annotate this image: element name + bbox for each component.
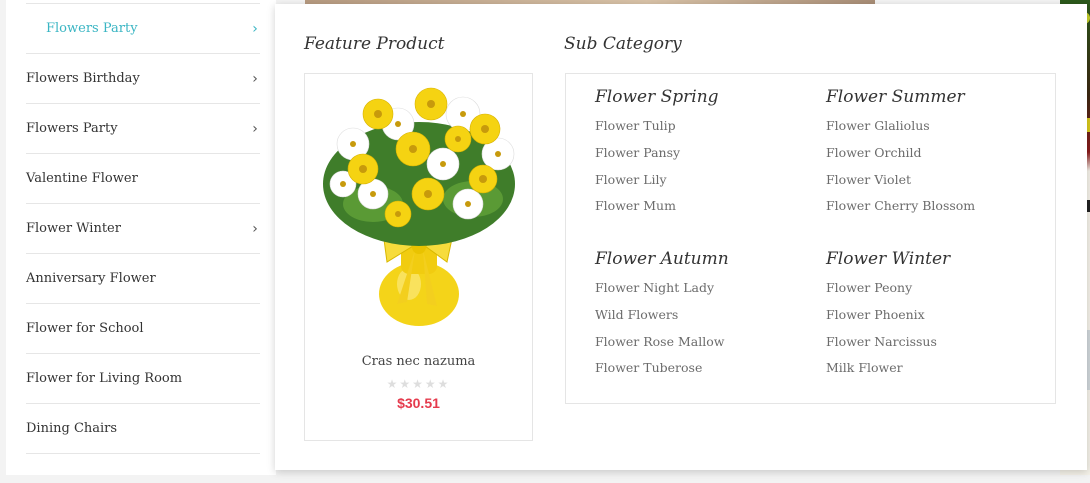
sidebar-item-flower-for-school[interactable]: Flower for School [26,303,260,353]
feature-product-card[interactable]: Cras nec nazuma ★★★★★ $30.51 [304,73,533,441]
category-link[interactable]: Flower Rose Mallow [595,329,815,356]
category-link[interactable]: Flower Mum [595,193,815,220]
product-price: $30.51 [397,395,440,411]
category-link[interactable]: Wild Flowers [595,302,815,329]
flower-bouquet-image[interactable] [313,84,525,334]
category-group-summer: Flower Summer Flower Glaliolus Flower Or… [826,87,1046,220]
sidebar-item-flowers-party[interactable]: Flowers Party › [26,103,260,153]
category-link[interactable]: Flower Phoenix [826,302,1046,329]
sidebar-item-cut-off[interactable] [26,453,260,483]
sidebar-item-label: Flower for School [26,321,144,336]
category-link[interactable]: Flower Lily [595,167,815,194]
sidebar-menu: Flowers Party › Flowers Birthday › Flowe… [26,3,260,483]
category-group-winter: Flower Winter Flower Peony Flower Phoeni… [826,249,1046,382]
category-link[interactable]: Flower Glaliolus [826,113,1046,140]
sidebar-item-label: Anniversary Flower [26,271,156,286]
sidebar-item-label: Flowers Party [46,21,138,36]
sidebar-item-label: Flower for Living Room [26,371,183,386]
chevron-right-icon: › [252,70,258,87]
sidebar-item-anniversary-flower[interactable]: Anniversary Flower [26,253,260,303]
category-link[interactable]: Flower Tuberose [595,355,815,382]
category-link[interactable]: Flower Tulip [595,113,815,140]
sidebar-item-flower-for-living-room[interactable]: Flower for Living Room [26,353,260,403]
category-group-title[interactable]: Flower Summer [826,87,1046,113]
category-link[interactable]: Flower Night Lady [595,275,815,302]
category-link[interactable]: Milk Flower [826,355,1046,382]
sidebar-item-flower-winter[interactable]: Flower Winter › [26,203,260,253]
category-group-title[interactable]: Flower Spring [595,87,815,113]
category-group-autumn: Flower Autumn Flower Night Lady Wild Flo… [595,249,815,382]
category-group-title[interactable]: Flower Winter [826,249,1046,275]
category-sidebar: Flowers Party › Flowers Birthday › Flowe… [6,0,276,475]
mega-menu-dropdown: Feature Product Sub Category Cras nec na… [275,4,1087,470]
product-name[interactable]: Cras nec nazuma [305,354,532,369]
category-link[interactable]: Flower Cherry Blossom [826,193,1046,220]
sidebar-item-label: Dining Chairs [26,421,118,436]
category-link[interactable]: Flower Violet [826,167,1046,194]
rating-stars-icon: ★★★★★ [386,377,451,391]
category-group-title[interactable]: Flower Autumn [595,249,815,275]
category-link[interactable]: Flower Pansy [595,140,815,167]
chevron-right-icon: › [252,120,258,137]
sub-category-box: Flower Spring Flower Tulip Flower Pansy … [565,73,1056,404]
sidebar-item-label: Flowers Party [26,121,118,136]
sidebar-item-flowers-birthday[interactable]: Flowers Birthday › [26,53,260,103]
category-link[interactable]: Flower Narcissus [826,329,1046,356]
sidebar-item-valentine-flower[interactable]: Valentine Flower [26,153,260,203]
sub-category-heading: Sub Category [564,34,682,54]
sidebar-item-flowers-party-sub[interactable]: Flowers Party › [26,3,260,53]
sidebar-item-label: Flowers Birthday [26,71,140,86]
category-link[interactable]: Flower Orchild [826,140,1046,167]
chevron-right-icon: › [252,20,258,37]
category-group-spring: Flower Spring Flower Tulip Flower Pansy … [595,87,815,220]
sidebar-item-dining-chairs[interactable]: Dining Chairs [26,403,260,453]
sidebar-item-label: Flower Winter [26,221,121,236]
category-link[interactable]: Flower Peony [826,275,1046,302]
feature-product-heading: Feature Product [304,34,445,54]
chevron-right-icon: › [252,220,258,237]
sidebar-item-label: Valentine Flower [26,171,138,186]
